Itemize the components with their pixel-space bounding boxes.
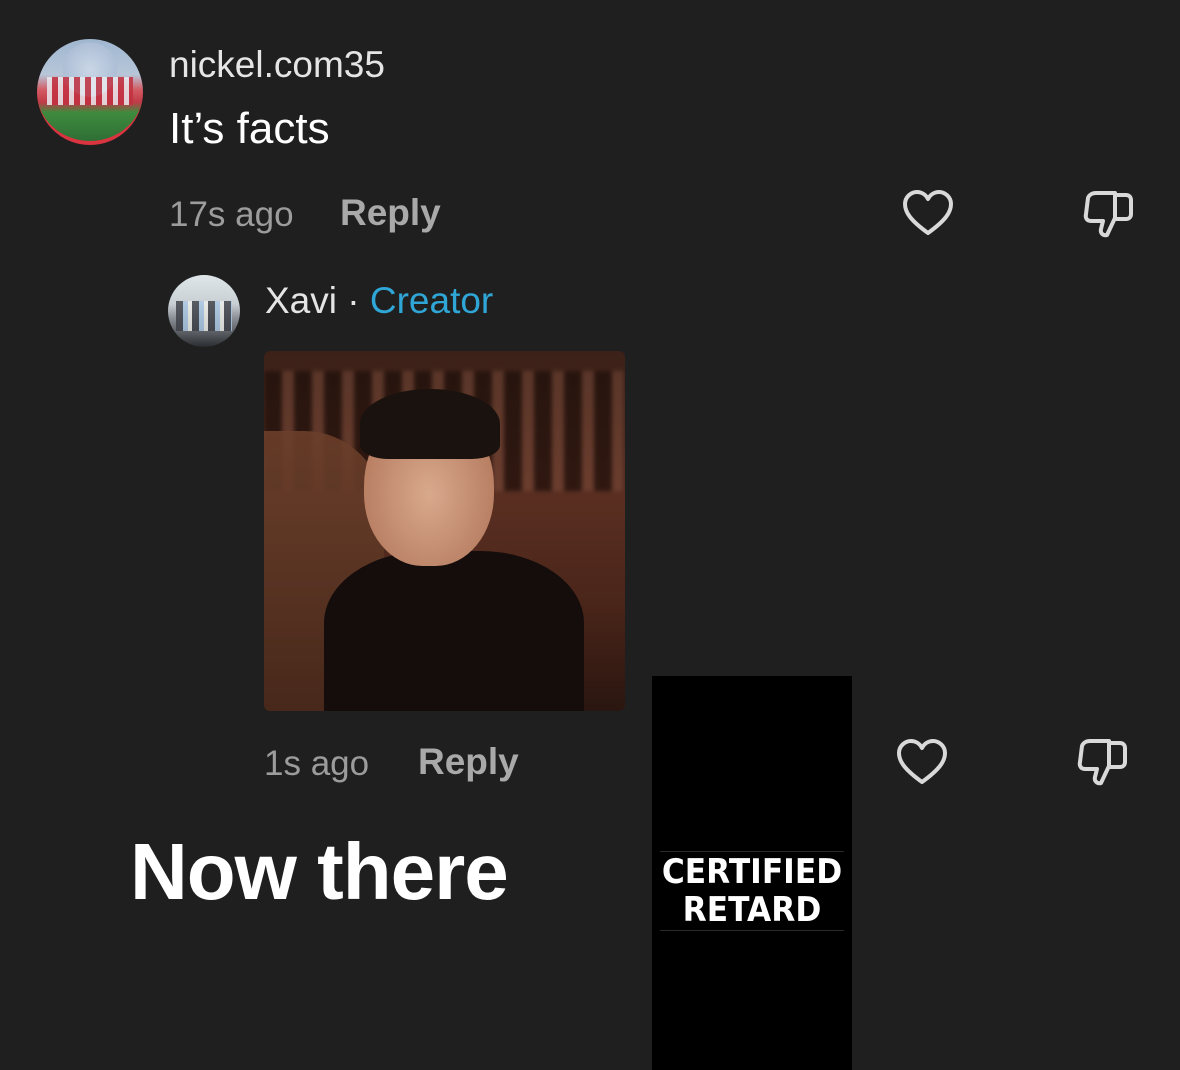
reply-dislike-button[interactable] [1076, 736, 1130, 790]
comment-text: It’s facts [169, 104, 330, 153]
separator-dot: · [347, 280, 360, 321]
overlay-caption: Now there [130, 827, 509, 916]
certified-label: CERTIFIED RETARD [660, 851, 844, 931]
comment-reply-button[interactable]: Reply [340, 192, 441, 234]
reply-timestamp: 1s ago [264, 744, 370, 783]
reply-username[interactable]: Xavi [265, 280, 337, 321]
reply-like-button[interactable] [896, 738, 948, 788]
thumbs-down-outline-icon [1077, 739, 1127, 786]
reply-reply-button[interactable]: Reply [418, 741, 519, 783]
certified-label-line2: RETARD [682, 890, 822, 930]
comment-timestamp: 17s ago [169, 195, 294, 234]
comment-username[interactable]: nickel.com35 [169, 44, 385, 86]
comment-like-button[interactable] [902, 189, 954, 239]
reply-header: Xavi · Creator [265, 280, 493, 322]
reply-gif[interactable] [264, 351, 625, 711]
commenter-avatar[interactable] [37, 39, 143, 145]
creator-badge: Creator [369, 280, 494, 321]
gif-person-hair [360, 389, 500, 459]
heart-outline-icon [897, 739, 947, 784]
comment-dislike-button[interactable] [1082, 188, 1136, 242]
heart-outline-icon [903, 190, 953, 235]
gif-person-body [324, 551, 584, 711]
thumbs-down-outline-icon [1083, 191, 1133, 238]
certified-label-line1: CERTIFIED [661, 852, 843, 892]
creator-avatar[interactable] [168, 275, 240, 347]
